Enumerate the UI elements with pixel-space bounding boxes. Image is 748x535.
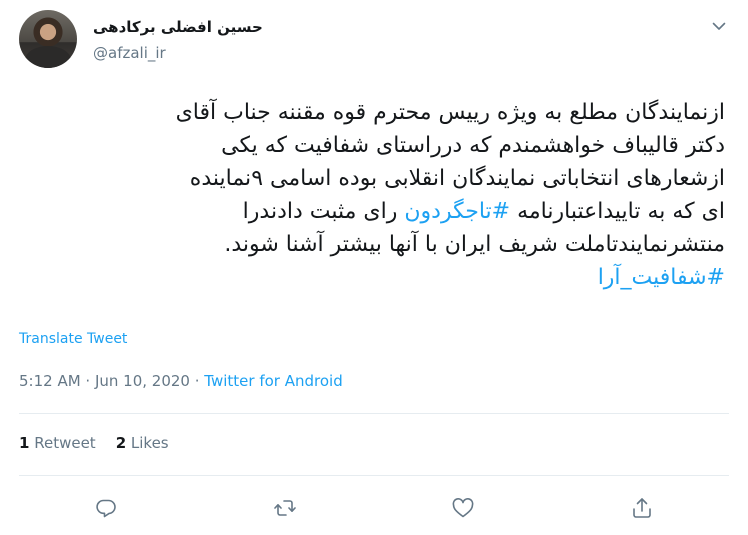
reply-icon[interactable]	[94, 496, 118, 520]
tweet-source-link[interactable]: Twitter for Android	[204, 372, 342, 390]
retweet-label: Retweet	[34, 434, 96, 452]
meta-separator: ·	[189, 372, 205, 390]
avatar[interactable]	[19, 10, 77, 68]
tweet-body-line: منتشرنمایندتاملت شریف ایران با آنها بیشت…	[224, 232, 725, 257]
meta-separator: ·	[80, 372, 95, 390]
hashtag-link[interactable]: #تاجگردون	[404, 199, 510, 224]
body-text: رای مثبت دادندرا	[242, 199, 405, 224]
retweet-count: 1	[19, 434, 30, 452]
heart-icon[interactable]	[451, 496, 475, 520]
divider	[19, 413, 729, 414]
tweet-body-line: ازشعارهای انتخاباتی نمایندگان انقلابی بو…	[189, 166, 725, 191]
retweets-stat[interactable]: 1 Retweet	[19, 434, 96, 452]
chevron-down-icon[interactable]	[711, 18, 727, 34]
tweet-body: ازنمایندگان مطلع به ویژه رییس محترم قوه …	[20, 96, 725, 294]
avatar-silhouette	[25, 46, 71, 68]
tweet-body-line: دکتر قالیباف خواهشمندم که درراستای شفافی…	[221, 133, 725, 158]
tweet-meta: 5:12 AM · Jun 10, 2020 · Twitter for And…	[19, 372, 343, 390]
tweet-body-line: #شفافیت_آرا	[20, 261, 725, 294]
engagement-stats: 1 Retweet 2 Likes	[19, 434, 169, 452]
retweet-icon[interactable]	[273, 496, 297, 520]
divider	[19, 475, 729, 476]
tweet-body-line: ازنمایندگان مطلع به ویژه رییس محترم قوه …	[175, 100, 725, 125]
tweet-time[interactable]: 5:12 AM	[19, 372, 81, 390]
tweet-body-line: ای که به تاییداعتبارنامه #تاجگردون رای م…	[20, 195, 725, 228]
likes-stat[interactable]: 2 Likes	[116, 434, 169, 452]
author-name[interactable]: حسین افضلی برکادهی	[93, 18, 263, 36]
hashtag-link[interactable]: #شفافیت_آرا	[598, 265, 725, 290]
like-label: Likes	[130, 434, 169, 452]
translate-tweet-link[interactable]: Translate Tweet	[19, 331, 127, 347]
tweet-card: حسین افضلی برکادهی @afzali_ir ازنمایندگا…	[0, 0, 748, 535]
tweet-actions	[0, 490, 748, 526]
like-count: 2	[115, 434, 127, 452]
body-text: ای که به تاییداعتبارنامه	[510, 199, 725, 224]
tweet-date[interactable]: Jun 10, 2020	[95, 372, 190, 390]
author-handle[interactable]: @afzali_ir	[93, 44, 166, 62]
share-icon[interactable]	[630, 496, 654, 520]
